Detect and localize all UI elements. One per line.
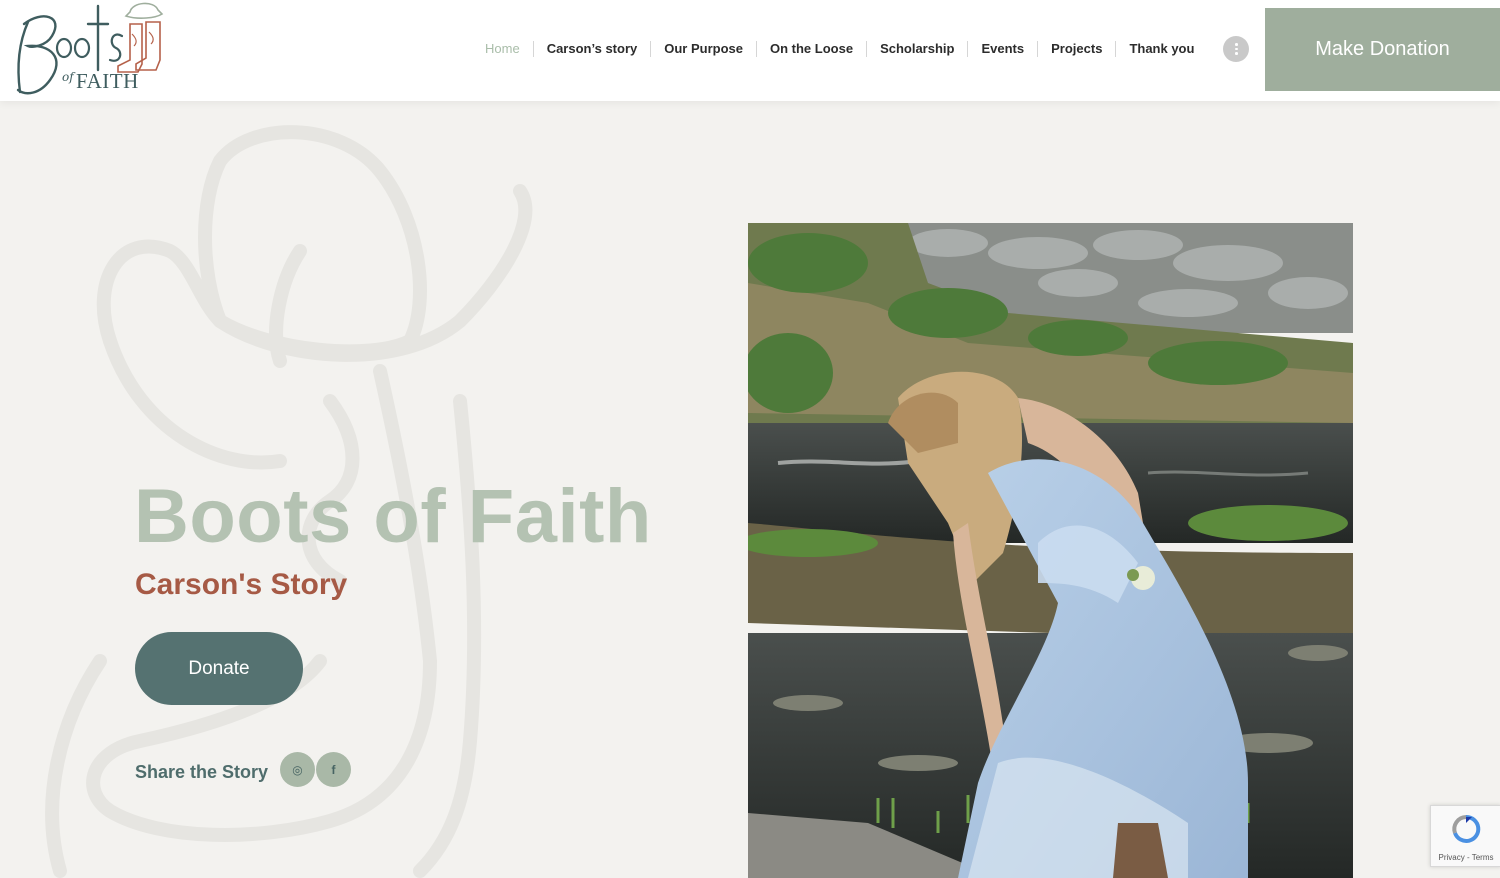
donate-button[interactable]: Donate [135, 632, 303, 705]
site-header: of FAITH Home Carson’s story Our Purpose… [0, 0, 1500, 101]
nav-events[interactable]: Events [968, 40, 1037, 58]
more-vertical-icon[interactable] [1223, 36, 1250, 62]
hero-photo [748, 223, 1353, 878]
nav-scholarship[interactable]: Scholarship [867, 40, 967, 58]
recaptcha-icon [1452, 814, 1481, 843]
site-logo[interactable]: of FAITH [6, 0, 168, 100]
make-donation-button[interactable]: Make Donation [1265, 8, 1500, 91]
nav-projects[interactable]: Projects [1038, 40, 1115, 58]
nav-thank-you[interactable]: Thank you [1116, 40, 1207, 58]
nav-home[interactable]: Home [472, 40, 533, 58]
hero-title: Boots of Faith [134, 474, 652, 559]
main-nav: Home Carson’s story Our Purpose On the L… [472, 36, 1250, 62]
photo-scene [748, 223, 1353, 878]
recaptcha-badge[interactable]: Privacy - Terms [1430, 805, 1500, 867]
nav-on-the-loose[interactable]: On the Loose [757, 40, 866, 58]
logo-of-text: of [62, 70, 74, 84]
recaptcha-privacy-terms[interactable]: Privacy - Terms [1431, 853, 1500, 862]
share-the-story-label: Share the Story [135, 762, 269, 782]
nav-our-purpose[interactable]: Our Purpose [651, 40, 756, 58]
instagram-icon[interactable]: ◎ [280, 752, 315, 787]
logo-wordmark: FAITH [76, 69, 139, 93]
hero-subtitle: Carson's Story [135, 568, 348, 601]
facebook-icon[interactable]: f [316, 752, 351, 787]
nav-carsons-story[interactable]: Carson’s story [534, 40, 651, 58]
